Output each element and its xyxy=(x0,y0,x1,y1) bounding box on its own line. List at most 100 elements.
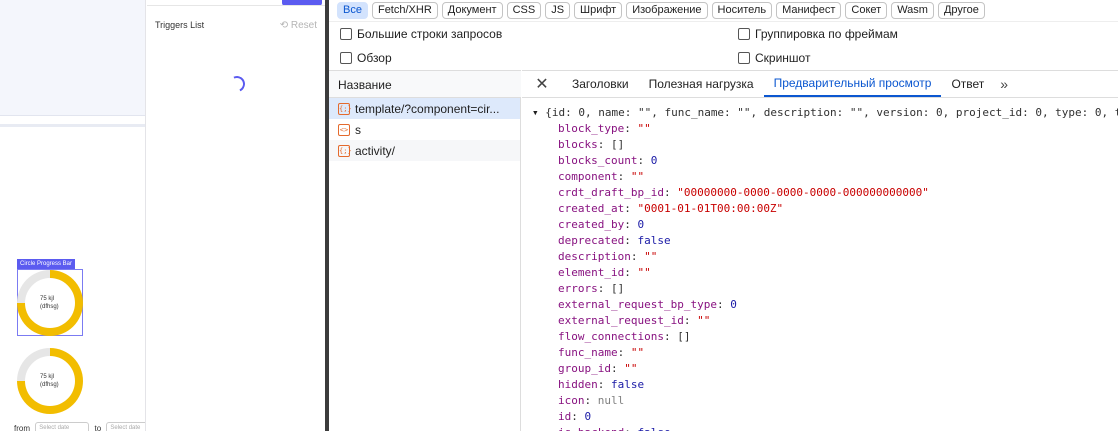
triggers-title: Triggers List xyxy=(155,20,205,30)
close-icon[interactable]: ✕ xyxy=(522,71,562,97)
property-row[interactable]: element_id: "" xyxy=(522,265,1118,281)
request-list: {;} template/?component=cir... <> s {;} activ… xyxy=(329,98,521,431)
option-group-frames[interactable]: Группировка по фреймам xyxy=(738,27,898,41)
colon: : xyxy=(617,346,631,359)
property-row[interactable]: icon: null xyxy=(522,393,1118,409)
filter-chip[interactable]: Сокет xyxy=(845,2,888,19)
property-value: [] xyxy=(677,330,691,343)
property-key: created_at xyxy=(558,202,625,215)
colon: : xyxy=(617,170,631,183)
filter-chip[interactable]: Документ xyxy=(441,2,503,19)
colon: : xyxy=(663,186,678,199)
property-value: "" xyxy=(637,122,651,135)
reset-label: Reset xyxy=(290,20,317,31)
detail-tab[interactable]: Полезная нагрузка xyxy=(639,71,764,97)
option-screenshot[interactable]: Скриншот xyxy=(738,51,810,65)
filter-chip[interactable]: Манифест xyxy=(776,2,842,19)
circle-progress-bar[interactable]: 75 kjl (dfhsg) xyxy=(17,348,83,414)
colon: : xyxy=(597,282,611,295)
property-row[interactable]: func_name: "" xyxy=(522,345,1118,361)
property-row[interactable]: created_at: "0001-01-01T00:00:00Z" xyxy=(522,201,1118,217)
filter-chip[interactable]: Fetch/XHR xyxy=(371,2,438,19)
colon: : xyxy=(597,378,611,391)
more-tabs-icon[interactable]: » xyxy=(994,71,1014,97)
screen: Circle Progress Bar 75 kjl (dfhsg) 75 kj… xyxy=(0,0,1118,431)
detail-tab-bar: ✕ Заголовки Полезная нагрузка Предваритель… xyxy=(522,70,1118,98)
property-value: "" xyxy=(637,266,651,279)
filter-chip[interactable]: CSS xyxy=(506,2,542,19)
property-key: element_id xyxy=(558,266,625,279)
filter-chip[interactable]: Носитель xyxy=(711,2,773,19)
detail-tab[interactable]: Ответ xyxy=(941,71,994,97)
colon: : xyxy=(624,218,638,231)
property-value: 0 xyxy=(650,154,658,167)
loading-spinner-icon xyxy=(226,73,248,95)
script-icon: {;} xyxy=(338,102,352,115)
property-value: "" xyxy=(644,250,658,263)
property-value: false xyxy=(611,378,645,391)
to-date-input[interactable]: Select date xyxy=(106,422,145,431)
property-key: errors xyxy=(558,282,598,295)
reset-icon: ⟲ xyxy=(279,20,289,31)
property-value: "00000000-0000-0000-0000-000000000000" xyxy=(677,186,929,199)
property-value: "" xyxy=(630,170,645,183)
property-row[interactable]: description: "" xyxy=(522,249,1118,265)
circle-progress-bar[interactable]: 75 kjl (dfhsg) xyxy=(17,270,83,336)
progress-text: 75 kjl (dfhsg) xyxy=(25,278,75,328)
detail-tab[interactable]: Предварительный просмотр xyxy=(763,71,942,97)
filter-chip[interactable]: Все xyxy=(337,2,368,19)
checkbox[interactable] xyxy=(340,52,352,64)
property-row[interactable]: deprecated: false xyxy=(522,233,1118,249)
property-value: false xyxy=(637,234,671,247)
property-row[interactable]: created_by: 0 xyxy=(522,217,1118,233)
filter-chip[interactable]: Изображение xyxy=(626,2,708,19)
from-date-input[interactable]: Select date xyxy=(35,422,90,431)
property-value: "" xyxy=(697,314,711,327)
request-row[interactable]: {;} activity/ xyxy=(329,140,520,161)
option-big-rows[interactable]: Большие строки запросов xyxy=(340,27,502,41)
request-row[interactable]: {;} template/?component=cir... xyxy=(329,98,520,119)
detail-tab[interactable]: Заголовки xyxy=(562,71,639,97)
checkbox[interactable] xyxy=(340,28,352,40)
property-key: deprecated xyxy=(558,234,625,247)
filter-chip[interactable]: Другое xyxy=(937,2,985,19)
property-row[interactable]: group_id: "" xyxy=(522,361,1118,377)
option-label: Скриншот xyxy=(755,51,811,65)
property-row[interactable]: external_request_id: "" xyxy=(522,313,1118,329)
property-key: is_backend xyxy=(558,426,624,431)
property-row[interactable]: errors: [] xyxy=(522,281,1118,297)
expand-triangle-icon[interactable]: ▾ xyxy=(532,106,545,119)
property-row[interactable]: component: "" xyxy=(522,169,1118,185)
property-value: "" xyxy=(630,346,645,359)
filter-chip[interactable]: Wasm xyxy=(891,2,934,19)
colon: : xyxy=(663,330,678,343)
property-row[interactable]: is_backend: false xyxy=(522,425,1118,431)
request-row[interactable]: <> s xyxy=(329,119,520,140)
property-row[interactable]: id: 0 xyxy=(522,409,1118,425)
property-value: [] xyxy=(611,138,625,151)
reset-button[interactable]: ⟲ Reset xyxy=(280,20,317,31)
property-row[interactable]: flow_connections: [] xyxy=(522,329,1118,345)
property-key: external_request_bp_type xyxy=(558,298,717,311)
property-row[interactable]: block_type: "" xyxy=(522,121,1118,137)
option-label: Обзор xyxy=(357,51,392,65)
property-row[interactable]: external_request_bp_type: 0 xyxy=(522,297,1118,313)
summary-text: {id: 0, name: "", func_name: "", descrip… xyxy=(545,106,1118,119)
property-key: blocks xyxy=(558,138,598,151)
property-key: group_id xyxy=(558,362,611,375)
progress-subtext: (dfhsg) xyxy=(40,382,59,388)
property-row[interactable]: blocks_count: 0 xyxy=(522,153,1118,169)
name-column-header[interactable]: Название xyxy=(329,70,521,98)
filter-chip[interactable]: Шрифт xyxy=(574,2,623,19)
checkbox[interactable] xyxy=(738,28,750,40)
property-row[interactable]: crdt_draft_bp_id: "00000000-0000-0000-00… xyxy=(522,185,1118,201)
object-summary[interactable]: ▾ {id: 0, name: "", func_name: "", descr… xyxy=(522,105,1118,121)
option-overview[interactable]: Обзор xyxy=(340,51,392,65)
checkbox[interactable] xyxy=(738,52,750,64)
property-value: null xyxy=(597,394,625,407)
property-key: hidden xyxy=(558,378,598,391)
property-row[interactable]: hidden: false xyxy=(522,377,1118,393)
property-value: "" xyxy=(624,362,638,375)
filter-chip[interactable]: JS xyxy=(545,2,571,19)
property-row[interactable]: blocks: [] xyxy=(522,137,1118,153)
